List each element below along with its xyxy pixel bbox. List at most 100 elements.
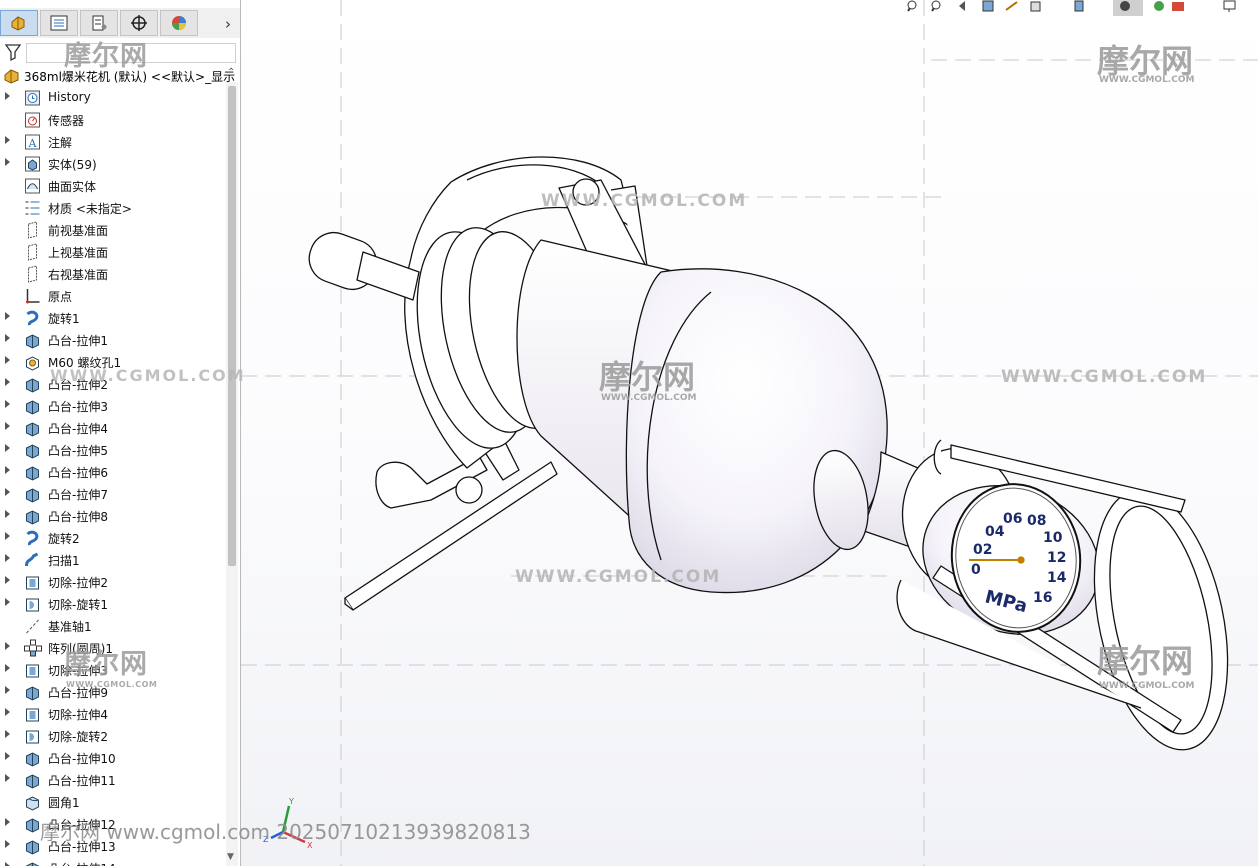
tree-item-label: 传感器 — [48, 114, 85, 128]
configuration-manager-icon — [92, 15, 107, 31]
revolve-icon — [26, 530, 39, 546]
tab-configuration-manager[interactable] — [80, 10, 118, 36]
tree-item[interactable]: 圆角1 — [0, 791, 226, 813]
tree-item[interactable]: 凸台-拉伸14 — [0, 857, 226, 866]
expand-arrow-icon[interactable] — [5, 466, 10, 474]
tree-item-label: History — [48, 90, 91, 104]
watermark-url-center: WWW.CGMOL.COM — [601, 393, 696, 403]
tree-item-label: 扫描1 — [48, 554, 80, 568]
crosshair-icon — [131, 15, 147, 31]
tree-item[interactable]: 凸台-拉伸7 — [0, 483, 226, 505]
expand-arrow-icon[interactable] — [5, 532, 10, 540]
tree-item[interactable]: 基准轴1 — [0, 615, 226, 637]
cut-revolve-icon — [26, 598, 39, 612]
tree-item[interactable]: History — [0, 87, 226, 109]
graphics-viewport[interactable]: 0 02 04 06 08 10 12 14 16 MPa 摩尔网 WWW.CG… — [241, 0, 1258, 866]
expand-arrow-icon[interactable] — [5, 400, 10, 408]
expand-arrow-icon[interactable] — [5, 422, 10, 430]
extrude-icon — [26, 752, 39, 767]
tree-item-label: 右视基准面 — [48, 268, 109, 282]
tree-item[interactable]: 上视基准面 — [0, 241, 226, 263]
tree-item-label: 原点 — [48, 290, 73, 304]
expand-arrow-icon[interactable] — [5, 840, 10, 848]
scroll-down-icon[interactable]: ▼ — [227, 852, 234, 862]
fillet-icon — [26, 796, 39, 811]
tree-item[interactable]: 切除-拉伸2 — [0, 571, 226, 593]
extrude-icon — [26, 466, 39, 481]
expand-arrow-icon[interactable] — [5, 686, 10, 694]
expand-arrow-icon[interactable] — [5, 554, 10, 562]
expand-arrow-icon[interactable] — [5, 664, 10, 672]
gauge-tick-10: 10 — [1043, 530, 1063, 546]
collapse-up-icon[interactable]: ⌃ — [227, 67, 235, 78]
expand-arrow-icon[interactable] — [5, 774, 10, 782]
cut-extrude-icon — [26, 576, 39, 590]
tree-item[interactable]: 材质 <未指定> — [0, 197, 226, 219]
expand-arrow-icon[interactable] — [5, 92, 10, 100]
tree-item[interactable]: 凸台-拉伸3 — [0, 395, 226, 417]
tree-item[interactable]: 曲面实体 — [0, 175, 226, 197]
tree-item[interactable]: 凸台-拉伸4 — [0, 417, 226, 439]
expand-arrow-icon[interactable] — [5, 136, 10, 144]
tree-item[interactable]: A 注解 — [0, 131, 226, 153]
tree-item[interactable]: 旋转1 — [0, 307, 226, 329]
expand-arrow-icon[interactable] — [5, 862, 10, 866]
annotation-icon: A — [25, 134, 40, 150]
expand-arrow-icon[interactable] — [5, 730, 10, 738]
tree-item[interactable]: 切除-拉伸4 — [0, 703, 226, 725]
tree-scrollbar[interactable]: ▼ — [226, 82, 238, 866]
tree-item[interactable]: 凸台-拉伸1 — [0, 329, 226, 351]
expand-arrow-icon[interactable] — [5, 444, 10, 452]
tree-item-label: 切除-拉伸4 — [48, 708, 108, 722]
tab-dimxpert-manager[interactable] — [120, 10, 158, 36]
tree-item[interactable]: 右视基准面 — [0, 263, 226, 285]
svg-text:A: A — [28, 137, 38, 150]
filter-icon[interactable] — [4, 42, 22, 62]
tab-feature-manager[interactable] — [0, 10, 38, 36]
tree-item[interactable]: 凸台-拉伸5 — [0, 439, 226, 461]
tree-item-label: 上视基准面 — [48, 246, 109, 260]
extrude-icon — [26, 686, 39, 701]
tree-item[interactable]: 原点 — [0, 285, 226, 307]
watermark-url-topright: WWW.CGMOL.COM — [1099, 75, 1194, 85]
watermark-cn-center: 摩尔网 — [599, 358, 695, 396]
tab-display-manager[interactable] — [160, 10, 198, 36]
expand-arrow-icon[interactable] — [5, 642, 10, 650]
tab-property-manager[interactable] — [40, 10, 78, 36]
tree-item[interactable]: 凸台-拉伸8 — [0, 505, 226, 527]
solid-bodies-icon — [25, 156, 40, 172]
tree-item[interactable]: 传感器 — [0, 109, 226, 131]
origin-icon — [26, 289, 40, 304]
watermark-cn-panel-bottom: 摩尔网 — [64, 649, 148, 680]
expand-arrow-icon[interactable] — [5, 708, 10, 716]
tree-item[interactable]: 切除-旋转2 — [0, 725, 226, 747]
expand-arrow-icon[interactable] — [5, 818, 10, 826]
tree-item[interactable]: 凸台-拉伸6 — [0, 461, 226, 483]
extrude-icon — [26, 422, 39, 437]
gauge-tick-02: 02 — [973, 542, 992, 558]
tree-item[interactable]: 切除-旋转1 — [0, 593, 226, 615]
expand-arrow-icon[interactable] — [5, 752, 10, 760]
tree-item[interactable]: 实体(59) — [0, 153, 226, 175]
expand-arrow-icon[interactable] — [5, 488, 10, 496]
chevron-right-icon[interactable]: › — [218, 14, 238, 34]
gauge-tick-16: 16 — [1033, 590, 1052, 606]
tree-item[interactable]: 凸台-拉伸11 — [0, 769, 226, 791]
expand-arrow-icon[interactable] — [5, 598, 10, 606]
tree-item[interactable]: 凸台-拉伸10 — [0, 747, 226, 769]
tree-item-label: 凸台-拉伸4 — [48, 422, 108, 436]
expand-arrow-icon[interactable] — [5, 334, 10, 342]
expand-arrow-icon[interactable] — [5, 312, 10, 320]
tree-item[interactable]: 前视基准面 — [0, 219, 226, 241]
expand-arrow-icon[interactable] — [5, 378, 10, 386]
extrude-icon — [26, 488, 39, 503]
expand-arrow-icon[interactable] — [5, 356, 10, 364]
scrollbar-thumb[interactable] — [228, 86, 236, 566]
tree-item[interactable]: 旋转2 — [0, 527, 226, 549]
extrude-icon — [26, 862, 39, 866]
expand-arrow-icon[interactable] — [5, 576, 10, 584]
tree-item-label: 基准轴1 — [48, 620, 92, 634]
expand-arrow-icon[interactable] — [5, 158, 10, 166]
tree-item[interactable]: 扫描1 — [0, 549, 226, 571]
expand-arrow-icon[interactable] — [5, 510, 10, 518]
